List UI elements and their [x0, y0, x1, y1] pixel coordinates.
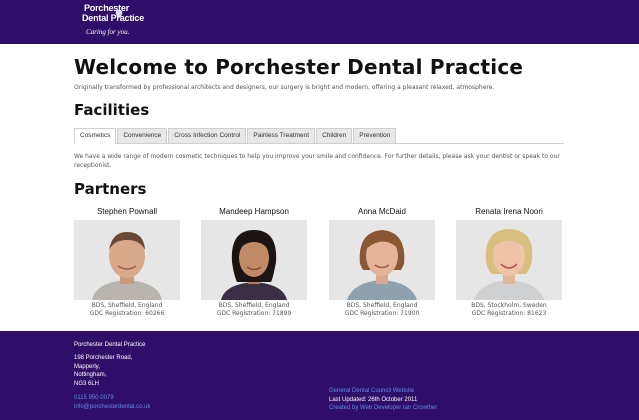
partner-photo [74, 220, 180, 300]
last-updated: Last Updated: 26th October 2011 [329, 396, 418, 403]
partner-card: Anna McDaid BDS, Sheffield, England GDC … [329, 206, 435, 318]
partner-name: Renata Irena Noori [475, 207, 543, 216]
footer-links: General Dental Council Website Last Upda… [329, 387, 437, 413]
email-link[interactable]: info@porchesterdental.co.uk [74, 403, 150, 412]
tab-cross-infection-control[interactable]: Cross Infection Control [168, 128, 247, 143]
logo-line-2: Dental Practice [82, 13, 145, 23]
partner-gdc-registration: GDC Registration: 71899 [216, 310, 292, 317]
site-footer: Porchester Dental Practice 198 Porcheste… [0, 331, 639, 420]
footer-contact: 0115 950 0079 info@porchesterdental.co.u… [74, 394, 150, 411]
partners-heading: Partners [74, 180, 147, 198]
partner-portrait-icon [329, 220, 435, 300]
partner-qualifications: BDS, Sheffield, England [346, 302, 418, 309]
partner-qualifications: BDS, Stockholm, Sweden [471, 302, 547, 309]
partner-portrait-icon [74, 220, 180, 300]
partner-gdc-registration: GDC Registration: 71900 [344, 310, 420, 317]
partner-qualifications: BDS, Sheffield, England [91, 302, 163, 309]
footer-address: 198 Porchester Road, Mapperly, Nottingha… [74, 354, 132, 388]
partner-photo [201, 220, 307, 300]
partner-portrait-icon [201, 220, 307, 300]
facilities-tabs: Cosmetics Convenience Cross Infection Co… [74, 128, 564, 144]
address-line: Mapperly, [74, 363, 100, 370]
partner-photo [329, 220, 435, 300]
tab-convenience[interactable]: Convenience [117, 128, 168, 143]
site-logo[interactable]: Porchester Dental Practice Caring for yo… [82, 4, 152, 40]
tooth-logo-icon [115, 10, 123, 19]
gdc-website-link[interactable]: General Dental Council Website [329, 387, 437, 396]
partner-qualifications: BDS, Sheffield, England [218, 302, 290, 309]
partner-name: Mandeep Hampson [219, 207, 289, 216]
partner-gdc-registration: GDC Registration: 81623 [471, 310, 547, 317]
partner-portrait-icon [456, 220, 562, 300]
logo-tagline: Caring for you. [86, 28, 130, 36]
partner-card: Renata Irena Noori BDS, Stockholm, Swede… [456, 206, 562, 318]
partner-gdc-registration: GDC Registration: 60266 [89, 310, 165, 317]
tab-panel-text: We have a wide range of modern cosmetic … [74, 153, 560, 169]
partner-name: Stephen Pownall [96, 207, 158, 216]
tab-painless-treatment[interactable]: Painless Treatment [247, 128, 316, 143]
site-header: Porchester Dental Practice Caring for yo… [0, 0, 639, 44]
partner-card: Mandeep Hampson BDS, Sheffield, England … [201, 206, 307, 318]
page-title: Welcome to Porchester Dental Practice [74, 55, 524, 79]
facilities-heading: Facilities [74, 101, 150, 119]
developer-credit-link[interactable]: Created by Web Developer Ian Crowther [329, 404, 437, 413]
address-line: Nottingham, [74, 372, 107, 378]
tab-children[interactable]: Children [316, 128, 353, 143]
partner-name: Anna McDaid [357, 207, 407, 216]
address-line: NG3 6LH [74, 380, 100, 387]
intro-text: Originally transformed by professional a… [74, 84, 495, 91]
partner-card: Stephen Pownall BDS, Sheffield, England … [74, 206, 180, 318]
address-line: 198 Porchester Road, [74, 355, 133, 361]
partner-photo [456, 220, 562, 300]
tab-prevention[interactable]: Prevention [353, 128, 397, 143]
footer-practice-name: Porchester Dental Practice [74, 342, 146, 348]
phone-link[interactable]: 0115 950 0079 [74, 394, 150, 403]
tab-cosmetics[interactable]: Cosmetics [74, 128, 117, 144]
